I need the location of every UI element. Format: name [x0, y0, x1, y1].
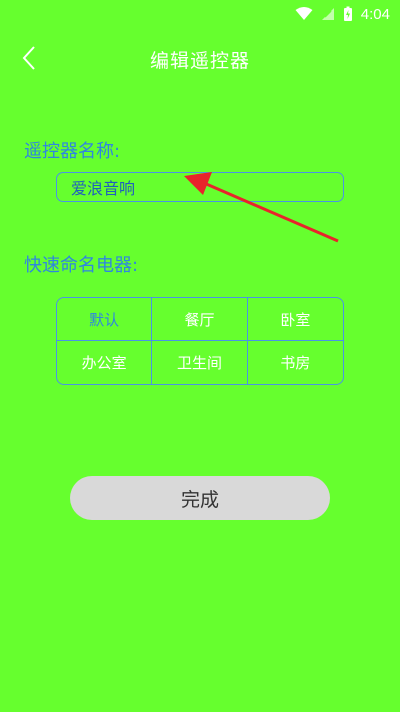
- page-title: 编辑遥控器: [149, 50, 250, 72]
- remote-name-label: 遥控器名称:: [24, 141, 121, 162]
- quick-name-option-study[interactable]: 书房: [248, 341, 343, 384]
- quick-name-option-office[interactable]: 办公室: [57, 341, 153, 384]
- status-bar: 4:04: [0, 0, 400, 28]
- status-time: 4:04: [360, 5, 390, 23]
- status-icons: 4:04: [295, 4, 390, 24]
- header: 编辑遥控器: [0, 28, 400, 88]
- remote-name-input[interactable]: [56, 172, 344, 202]
- quick-name-option-bathroom[interactable]: 卫生间: [152, 341, 248, 384]
- quick-name-grid: 默认 餐厅 卧室 办公室 卫生间 书房: [56, 297, 344, 385]
- done-button[interactable]: 完成: [70, 476, 330, 520]
- quick-name-label: 快速命名电器:: [24, 255, 139, 276]
- quick-name-option-dining-room[interactable]: 餐厅: [152, 298, 248, 341]
- quick-name-option-bedroom[interactable]: 卧室: [247, 298, 343, 341]
- signal-icon: [321, 8, 334, 20]
- wifi-icon: [295, 7, 313, 20]
- quick-name-option-default[interactable]: 默认: [57, 298, 153, 341]
- battery-charging-icon: [343, 6, 352, 21]
